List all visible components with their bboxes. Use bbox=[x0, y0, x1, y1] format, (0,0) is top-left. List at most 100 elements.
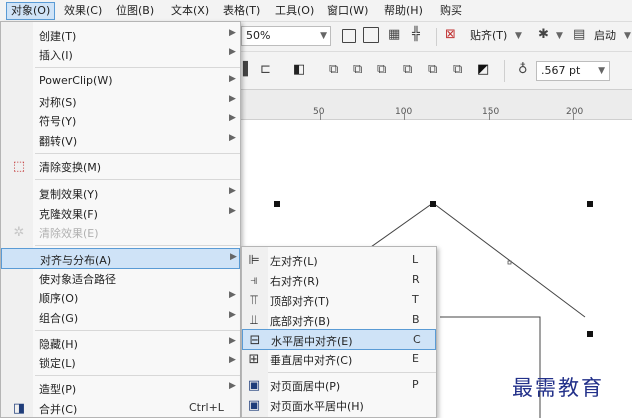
menu-window[interactable]: 窗口(W) bbox=[323, 2, 372, 20]
arrange-icon[interactable]: ◧ bbox=[293, 62, 305, 78]
intersect-icon[interactable]: ⧉ bbox=[377, 62, 386, 78]
menu-item-clone-effect[interactable]: 克隆效果(F) ▶ bbox=[1, 203, 240, 224]
menu-item-copy-effect[interactable]: 复制效果(Y) ▶ bbox=[1, 183, 240, 204]
menu-buy[interactable]: 购买 bbox=[436, 2, 466, 20]
chevron-down-icon: ▼ bbox=[624, 31, 631, 41]
chevron-right-icon: ▶ bbox=[229, 310, 236, 320]
align-top-icon: ⫪ bbox=[250, 293, 258, 308]
menu-item-powerclip[interactable]: PowerClip(W) ▶ bbox=[1, 71, 240, 92]
options-gear-icon[interactable]: ✱ bbox=[538, 27, 549, 43]
submenu-item-align-bottom[interactable]: ⫫ 底部对齐(B) B bbox=[242, 310, 436, 331]
menu-item-symbol[interactable]: 符号(Y) ▶ bbox=[1, 110, 240, 131]
selection-handle[interactable] bbox=[274, 201, 280, 207]
align-icon[interactable]: ▌ bbox=[243, 62, 253, 78]
menu-item-clear-transform[interactable]: ⬚ 清除变换(M) bbox=[1, 156, 240, 177]
trim-icon[interactable]: ⧉ bbox=[353, 62, 362, 78]
menu-item-shortcut: R bbox=[412, 273, 420, 286]
outline-pen-icon: ♁ bbox=[518, 62, 528, 77]
launch-icon[interactable]: ▤ bbox=[573, 27, 585, 43]
chevron-right-icon: ▶ bbox=[229, 113, 236, 123]
boundary-icon[interactable]: ◩ bbox=[477, 62, 489, 78]
chevron-down-icon: ▼ bbox=[598, 66, 605, 76]
menu-object[interactable]: 对象(O) bbox=[6, 2, 56, 20]
menu-item-label: 清除变换(M) bbox=[39, 161, 102, 174]
menu-item-combine[interactable]: ◨ 合并(C) Ctrl+L bbox=[1, 398, 240, 418]
menu-item-lock[interactable]: 锁定(L) ▶ bbox=[1, 352, 240, 373]
ruler-number: 200 bbox=[566, 107, 584, 117]
back-minus-front-icon[interactable]: ⧉ bbox=[453, 62, 462, 78]
menu-item-label: 顺序(O) bbox=[39, 292, 79, 305]
menu-item-shortcut: C bbox=[413, 333, 421, 346]
submenu-item-align-left[interactable]: ⊫ 左对齐(L) L bbox=[242, 250, 436, 271]
outline-width-select[interactable]: .567 pt ▼ bbox=[536, 61, 610, 81]
launch-dropdown[interactable]: 启动 bbox=[594, 28, 616, 44]
menu-item-align-distribute[interactable]: 对齐与分布(A) ▶ bbox=[1, 248, 240, 269]
menu-item-hide[interactable]: 隐藏(H) ▶ bbox=[1, 333, 240, 354]
menu-item-shortcut: B bbox=[412, 313, 420, 326]
menu-item-shortcut: E bbox=[412, 352, 419, 365]
menu-item-label: 底部对齐(B) bbox=[270, 315, 331, 328]
clear-effect-icon: ✲ bbox=[13, 225, 25, 240]
submenu-item-align-right[interactable]: ⫣ 右对齐(R) R bbox=[242, 270, 436, 291]
menu-item-group[interactable]: 组合(G) ▶ bbox=[1, 307, 240, 328]
menu-effects[interactable]: 效果(C) bbox=[60, 2, 106, 20]
chevron-right-icon: ▶ bbox=[229, 336, 236, 346]
chevron-right-icon: ▶ bbox=[229, 381, 236, 391]
outline-width-value: .567 pt bbox=[541, 64, 581, 77]
selection-handle[interactable] bbox=[587, 331, 593, 337]
clear-transform-icon: ⬚ bbox=[12, 159, 26, 174]
menu-item-label: PowerClip(W) bbox=[39, 74, 113, 87]
menu-item-flip[interactable]: 翻转(V) ▶ bbox=[1, 130, 240, 151]
menu-item-label: 顶部对齐(T) bbox=[270, 295, 330, 308]
selection-handle[interactable] bbox=[587, 201, 593, 207]
menu-item-label: 垂直居中对齐(C) bbox=[270, 354, 353, 367]
menu-tools[interactable]: 工具(O) bbox=[271, 2, 318, 20]
menu-item-label: 对页面水平居中(H) bbox=[270, 400, 364, 413]
menu-bitmaps[interactable]: 位图(B) bbox=[112, 2, 158, 20]
menu-item-create[interactable]: 创建(T) ▶ bbox=[1, 25, 240, 46]
show-grid-icon[interactable]: ▦ bbox=[388, 27, 400, 43]
menu-text[interactable]: 文本(X) bbox=[167, 2, 213, 20]
ruler-number: 50 bbox=[313, 107, 325, 117]
menu-item-label: 插入(I) bbox=[39, 49, 73, 62]
menu-item-symmetry[interactable]: 对称(S) ▶ bbox=[1, 91, 240, 112]
ruler-tick bbox=[489, 112, 490, 120]
menu-item-shortcut: T bbox=[412, 293, 419, 306]
menu-item-order[interactable]: 顺序(O) ▶ bbox=[1, 287, 240, 308]
snap-icon[interactable]: ⊠ bbox=[445, 27, 456, 43]
menu-help[interactable]: 帮助(H) bbox=[380, 2, 427, 20]
ruler-number: 150 bbox=[482, 107, 500, 117]
chevron-right-icon: ▶ bbox=[230, 252, 237, 262]
menu-item-fit-to-path[interactable]: 使对象适合路径 bbox=[1, 268, 240, 289]
front-minus-back-icon[interactable]: ⧉ bbox=[428, 62, 437, 78]
submenu-item-align-vcenter[interactable]: ⊞ 垂直居中对齐(C) E bbox=[242, 349, 436, 370]
ruler-tick bbox=[404, 112, 405, 120]
object-menu: 创建(T) ▶ 插入(I) ▶ PowerClip(W) ▶ 对称(S) ▶ 符… bbox=[0, 21, 241, 418]
menu-item-shortcut: L bbox=[412, 253, 419, 266]
show-rulers-icon[interactable] bbox=[363, 27, 379, 43]
show-guidelines-icon[interactable]: ╬ bbox=[412, 27, 420, 43]
menu-table[interactable]: 表格(T) bbox=[219, 2, 264, 20]
submenu-item-center-page[interactable]: ▣ 对页面居中(P) P bbox=[242, 375, 436, 396]
submenu-item-center-page-h[interactable]: ▣ 对页面水平居中(H) bbox=[242, 395, 436, 416]
snap-to-dropdown[interactable]: 贴齐(T) bbox=[470, 28, 507, 44]
menu-item-label: 右对齐(R) bbox=[270, 275, 320, 288]
simplify-icon[interactable]: ⧉ bbox=[403, 62, 412, 78]
menu-item-label: 合并(C) bbox=[39, 403, 78, 416]
menu-separator bbox=[35, 153, 240, 154]
selection-handle[interactable] bbox=[430, 201, 436, 207]
menu-item-shaping[interactable]: 造型(P) ▶ bbox=[1, 378, 240, 399]
menu-item-insert[interactable]: 插入(I) ▶ bbox=[1, 44, 240, 65]
menu-item-label: 水平居中对齐(E) bbox=[271, 335, 353, 348]
weld-icon[interactable]: ⧉ bbox=[329, 62, 338, 78]
full-screen-preview-icon[interactable] bbox=[342, 29, 356, 43]
chevron-right-icon: ▶ bbox=[229, 133, 236, 143]
distribute-icon[interactable]: ⊏ bbox=[260, 62, 271, 78]
menu-item-label: 左对齐(L) bbox=[270, 255, 318, 268]
zoom-level-value: 50% bbox=[246, 29, 271, 42]
chevron-right-icon: ▶ bbox=[229, 355, 236, 365]
submenu-item-align-top[interactable]: ⫪ 顶部对齐(T) T bbox=[242, 290, 436, 311]
zoom-level-select[interactable]: 50% ▼ bbox=[241, 26, 331, 46]
menu-item-label: 翻转(V) bbox=[39, 135, 78, 148]
submenu-item-align-hcenter[interactable]: ⊟ 水平居中对齐(E) C bbox=[242, 329, 436, 350]
